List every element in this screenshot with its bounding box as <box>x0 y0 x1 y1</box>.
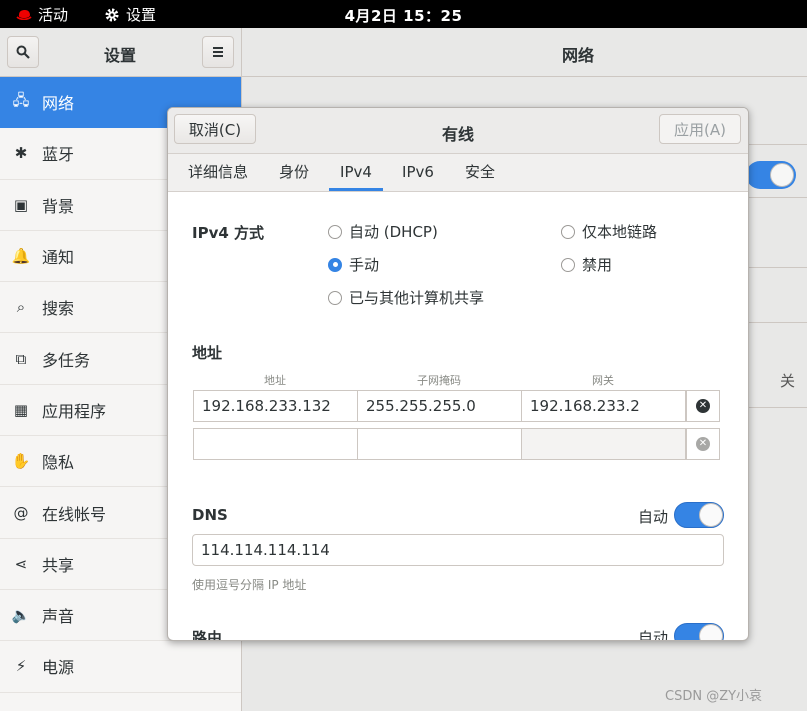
gateway-field[interactable]: 192.168.233.2 <box>521 390 686 422</box>
power-icon: ⚡ <box>15 657 27 676</box>
dialog-header: 取消(C) 有线 应用(A) <box>168 108 748 154</box>
wired-connection-toggle[interactable] <box>746 161 796 189</box>
address-section-label: 地址 <box>192 344 223 362</box>
close-circle-icon: ✕ <box>696 399 710 413</box>
menu-button[interactable] <box>202 36 234 68</box>
radio-auto-dhcp[interactable]: 自动 (DHCP) <box>328 221 438 242</box>
tab-security[interactable]: 安全 <box>460 154 500 191</box>
hand-icon: ✋ <box>11 452 31 471</box>
address-field[interactable]: 192.168.233.132 <box>193 390 358 422</box>
sidebar-item-label: 在线帐号 <box>42 504 107 524</box>
sidebar-item-label: 网络 <box>42 94 75 114</box>
remove-address-button[interactable]: ✕ <box>686 390 720 422</box>
page-title: 网络 <box>562 46 595 65</box>
tab-ipv4[interactable]: IPv4 <box>329 154 383 191</box>
routes-auto-switch[interactable] <box>674 623 724 640</box>
radio-manual[interactable]: 手动 <box>328 254 379 275</box>
radio-indicator-selected <box>328 257 342 272</box>
background-icon: ▣ <box>13 195 29 214</box>
dns-auto-switch[interactable] <box>674 502 724 528</box>
tab-ipv6[interactable]: IPv6 <box>398 154 438 191</box>
address-field[interactable] <box>193 428 358 460</box>
column-header-gateway: 网关 <box>592 374 614 387</box>
netmask-field[interactable] <box>357 428 522 460</box>
speaker-icon: 🔈 <box>11 606 31 625</box>
radio-indicator <box>328 290 342 305</box>
sidebar-item-label: 通知 <box>42 248 75 268</box>
search-icon: ⌕ <box>16 298 26 317</box>
radio-disabled[interactable]: 禁用 <box>561 254 612 275</box>
sidebar-title: 设置 <box>104 46 137 65</box>
radio-shared[interactable]: 已与其他计算机共享 <box>328 287 484 308</box>
radio-label: 禁用 <box>582 256 613 274</box>
sidebar-item-label: 搜索 <box>42 299 75 319</box>
dns-auto-label: 自动 <box>638 508 669 526</box>
hamburger-menu-icon <box>213 47 223 57</box>
search-button[interactable] <box>7 36 39 68</box>
radio-indicator <box>561 224 575 239</box>
share-icon: ⋖ <box>14 554 28 573</box>
header-bar: 设置 网络 <box>0 28 807 77</box>
sidebar-item-power[interactable]: ⚡ 电源 <box>0 641 241 693</box>
top-bar: 活动 设置 4月2日 15：25 <box>0 0 807 28</box>
sidebar-header: 设置 <box>0 28 242 76</box>
search-icon <box>16 45 30 59</box>
column-header-address: 地址 <box>264 374 286 387</box>
tab-identity[interactable]: 身份 <box>274 154 314 191</box>
radio-indicator <box>561 257 575 272</box>
bell-icon: 🔔 <box>11 247 31 266</box>
column-header-netmask: 子网掩码 <box>417 374 461 387</box>
ipv4-form: IPv4 方式 自动 (DHCP) 仅本地链路 手动 禁用 已与其他计算机共享 … <box>168 192 748 640</box>
netmask-field[interactable]: 255.255.255.0 <box>357 390 522 422</box>
close-circle-icon: ✕ <box>696 437 710 451</box>
wired-settings-dialog: 取消(C) 有线 应用(A) 详细信息 身份 IPv4 IPv6 安全 IPv4… <box>167 107 749 641</box>
radio-link-local[interactable]: 仅本地链路 <box>561 221 657 242</box>
watermark: CSDN @ZY小哀 <box>665 689 763 704</box>
tab-bar: 详细信息 身份 IPv4 IPv6 安全 <box>168 154 748 192</box>
radio-label: 自动 (DHCP) <box>349 223 438 241</box>
sidebar-item-label: 共享 <box>42 555 75 575</box>
sidebar-item-label: 背景 <box>42 196 75 216</box>
dns-hint: 使用逗号分隔 IP 地址 <box>192 578 307 592</box>
radio-label: 仅本地链路 <box>582 223 658 241</box>
sidebar-item-label: 隐私 <box>42 453 75 473</box>
multitasking-icon: ⧉ <box>15 349 27 368</box>
ipv4-method-label: IPv4 方式 <box>192 224 265 242</box>
tab-details[interactable]: 详细信息 <box>182 154 254 191</box>
radio-label: 已与其他计算机共享 <box>349 289 485 307</box>
at-icon: @ <box>13 503 29 522</box>
routes-label: 路由 <box>192 629 223 641</box>
radio-label: 手动 <box>349 256 380 274</box>
radio-indicator <box>328 224 342 239</box>
remove-address-button[interactable]: ✕ <box>686 428 720 460</box>
dns-input[interactable]: 114.114.114.114 <box>192 534 724 566</box>
network-icon: 🖧 <box>12 90 30 109</box>
sidebar-item-label: 多任务 <box>42 350 91 370</box>
sidebar-item-label: 蓝牙 <box>42 145 75 165</box>
clock[interactable]: 4月2日 15：25 <box>0 5 807 26</box>
sidebar-item-label: 电源 <box>42 658 75 678</box>
gateway-field[interactable] <box>521 428 686 460</box>
apply-button[interactable]: 应用(A) <box>659 114 741 144</box>
proxy-status-off: 关 <box>780 372 796 390</box>
routes-auto-label: 自动 <box>638 629 669 641</box>
sidebar-item-label: 声音 <box>42 607 75 627</box>
apps-grid-icon: ▦ <box>13 400 29 419</box>
dns-label: DNS <box>192 506 228 524</box>
sidebar-item-label: 应用程序 <box>42 401 107 421</box>
bluetooth-icon: ✱ <box>14 144 28 163</box>
